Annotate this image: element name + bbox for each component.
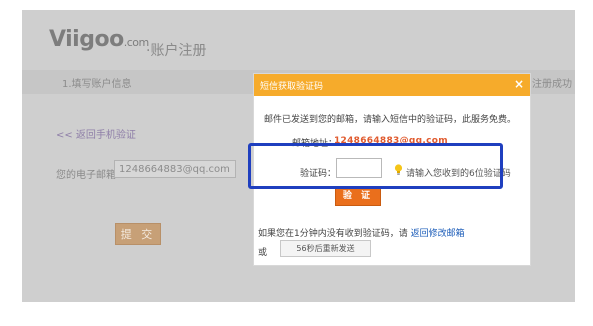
email-label: 您的电子邮箱: — [56, 170, 120, 181]
resend-code-button[interactable]: 56秒后重新发送 — [280, 240, 371, 257]
verify-button[interactable]: 验 证 — [335, 187, 381, 206]
change-email-link[interactable]: 返回修改邮箱 — [411, 229, 465, 239]
submit-button[interactable]: 提 交 — [115, 223, 161, 245]
logo-text: Viigoo — [49, 27, 124, 52]
dialog-title: 短信获取验证码 — [260, 82, 324, 92]
logo-suffix: .com — [123, 36, 150, 49]
step-fill-info: 1.填写账户信息 — [62, 79, 132, 90]
site-logo[interactable]: Viigoo.com — [49, 27, 149, 52]
highlight-annotation-box — [248, 143, 503, 189]
help-prefix: 如果您在1分钟内没有收到验证码，请 — [258, 229, 408, 239]
help-text: 如果您在1分钟内没有收到验证码，请 返回修改邮箱 — [258, 226, 465, 239]
page-title: ·账户注册 — [146, 43, 207, 59]
dialog-header: 短信获取验证码 × — [254, 74, 530, 96]
close-icon[interactable]: × — [514, 77, 524, 91]
or-text: 或 — [258, 248, 268, 258]
dialog-notice: 邮件已发送到您的邮箱，请输入短信中的验证码，此服务免费。 — [264, 115, 517, 125]
email-field[interactable]: 1248664883@qq.com — [114, 160, 236, 178]
step-register-success: 注册成功 — [532, 79, 572, 90]
back-to-phone-verify-link[interactable]: << 返回手机验证 — [56, 126, 136, 141]
